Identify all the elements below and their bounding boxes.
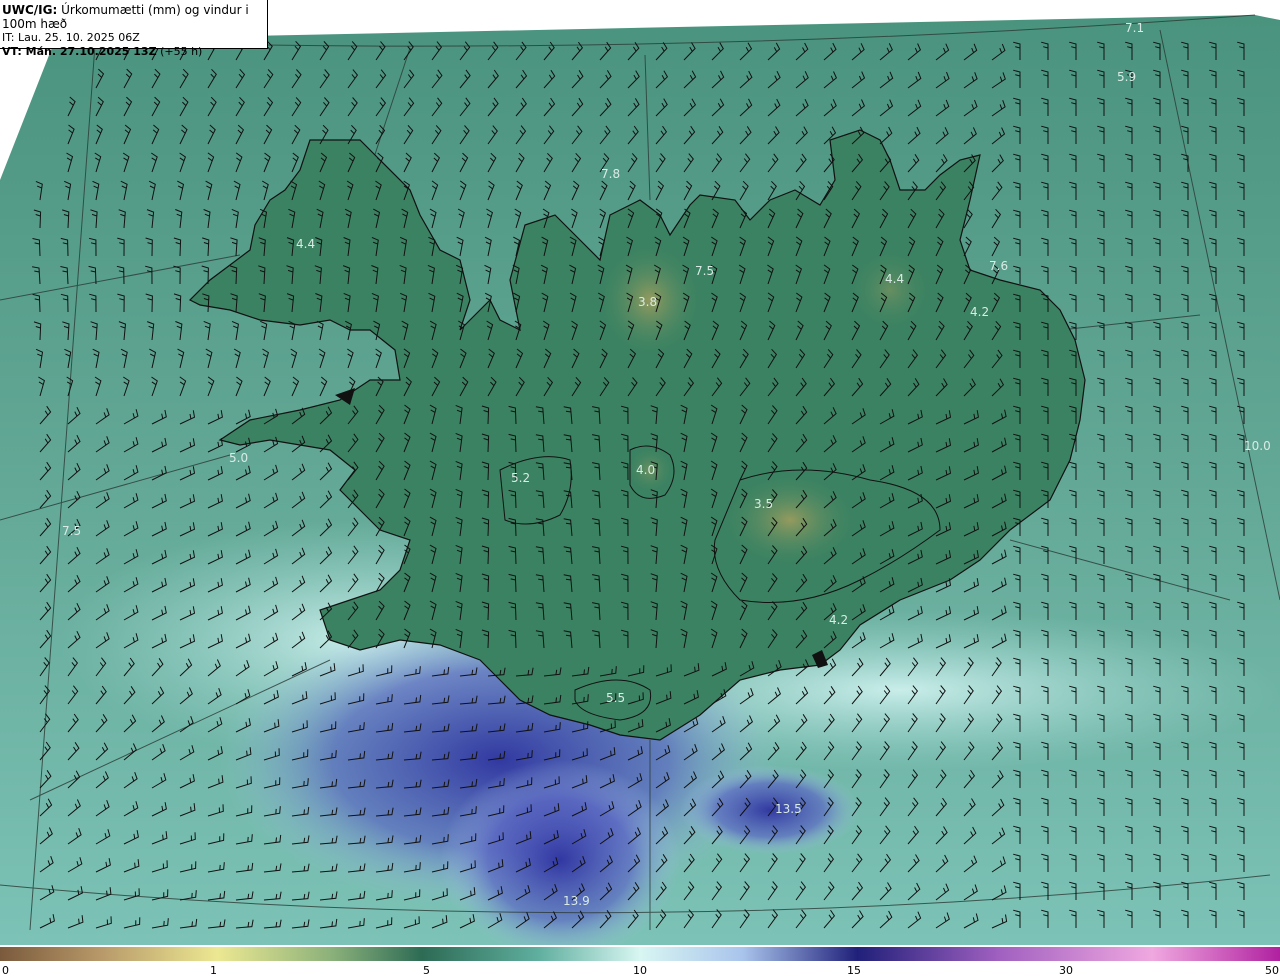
colorbar-tick: 50 [1265,964,1279,977]
map-label: 5.0 [229,451,248,465]
map-label: 4.4 [885,272,904,286]
colorbar-tick: 1 [210,964,217,977]
model-label: UWC/IG: [2,3,58,17]
map-label: 7.6 [989,259,1008,273]
map-label: 13.9 [563,894,590,908]
map-label: 5.5 [606,691,625,705]
map-label: 5.9 [1117,70,1136,84]
colorbar-legend: 0 1 5 10 15 30 50 [0,947,1280,977]
map-label: 7.8 [601,167,620,181]
map-label: 3.5 [754,497,773,511]
lead-time: (+55 h) [160,45,203,58]
map-label: 4.2 [970,305,989,319]
map-label: 7.5 [62,524,81,538]
highland-region [850,250,930,330]
map-label: 3.8 [638,295,657,309]
map-label: 10.0 [1244,439,1271,453]
map-label: 4.0 [636,463,655,477]
map-label: 5.2 [511,471,530,485]
map-header: UWC/IG: Úrkomumætti (mm) og vindur i 100… [0,0,268,58]
map-label: 7.5 [695,264,714,278]
forecast-map: 7.1 5.9 7.8 4.4 7.5 3.8 4.4 7.6 4.2 5.0 … [0,14,1280,945]
colorbar-tick: 30 [1059,964,1073,977]
valid-time: VT: Mán. 27.10.2025 13Z [2,45,157,58]
map-label: 7.1 [1125,21,1144,35]
colorbar-tick: 15 [847,964,861,977]
init-time: IT: Lau. 25. 10. 2025 06Z [2,31,140,44]
map-label: 4.4 [296,237,315,251]
map-label: 4.2 [829,613,848,627]
colorbar-tick: 0 [2,964,9,977]
colorbar-tick: 5 [423,964,430,977]
colorbar-gradient [0,947,1280,961]
map-label: 13.5 [775,802,802,816]
colorbar-tick: 10 [633,964,647,977]
